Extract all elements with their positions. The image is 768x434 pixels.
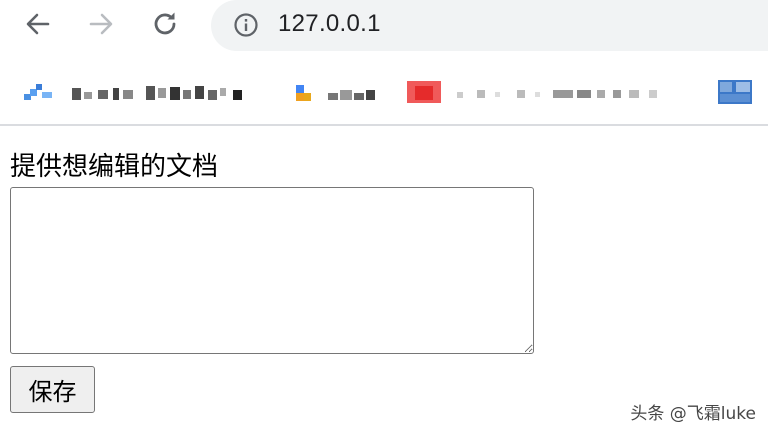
address-bar[interactable]: 127.0.0.1 bbox=[211, 0, 768, 51]
bookmarks-bar bbox=[0, 64, 768, 122]
back-button[interactable] bbox=[19, 5, 57, 43]
reload-icon bbox=[154, 12, 176, 35]
watermark: 头条 @飞霜luke bbox=[630, 404, 756, 424]
document-textarea[interactable] bbox=[10, 187, 534, 354]
bookmark-item[interactable] bbox=[292, 76, 382, 108]
bookmark-item[interactable] bbox=[716, 76, 756, 108]
bookmark-item[interactable] bbox=[405, 76, 670, 108]
document-label: 提供想编辑的文档 bbox=[10, 152, 219, 182]
arrow-right-icon bbox=[89, 13, 113, 35]
save-button[interactable]: 保存 bbox=[10, 366, 95, 413]
bookmark-item[interactable] bbox=[20, 76, 255, 108]
page-content: 提供想编辑的文档 保存 头条 @飞霜luke bbox=[0, 126, 768, 434]
forward-button[interactable] bbox=[82, 5, 120, 43]
url-text[interactable]: 127.0.0.1 bbox=[278, 8, 381, 40]
reload-button[interactable] bbox=[146, 5, 184, 43]
arrow-left-icon bbox=[26, 13, 50, 35]
info-icon[interactable] bbox=[233, 12, 259, 38]
browser-toolbar: 127.0.0.1 bbox=[0, 0, 768, 51]
